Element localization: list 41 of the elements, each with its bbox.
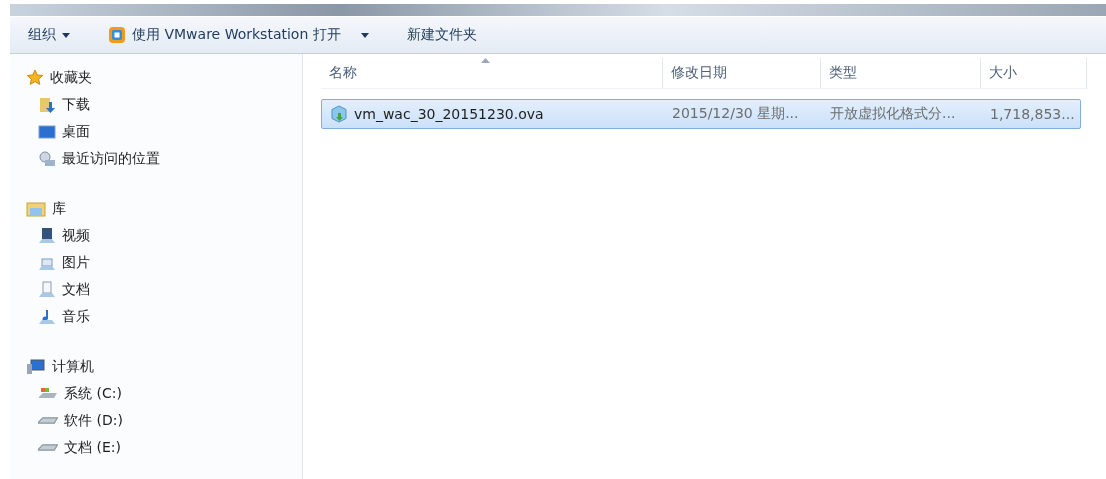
sidebar-item[interactable]: 软件 (D:) [10,407,302,434]
music-icon [38,307,56,326]
sidebar-item[interactable]: 系统 (C:) [10,380,302,407]
file-name: vm_wac_30_20151230.ova [354,106,544,122]
toolbar-button[interactable]: 组织 [18,22,80,48]
recent-icon [38,149,56,168]
sort-arrow-icon [481,58,491,63]
sidebar-item[interactable]: 库 [10,195,302,222]
table-cell-text: 开放虚拟化格式分... [829,104,957,123]
drive-icon [38,444,58,451]
sidebar-item[interactable]: 计算机 [10,353,302,380]
sidebar-item[interactable]: 下载 [10,91,302,118]
library-icon [26,199,46,218]
sidebar-item[interactable]: 收藏夹 [10,64,302,91]
sidebar-item[interactable]: 最近访问的位置 [10,145,302,172]
column-header[interactable]: 大小 [981,58,1087,88]
sidebar-item[interactable]: 图片 [10,249,302,276]
download-icon [38,95,56,114]
table-cell-text: 1,718,853... [989,105,1076,124]
toolbar-button[interactable]: 新建文件夹 [396,22,487,48]
column-header[interactable]: 名称 [321,58,663,88]
caret-icon [360,32,369,38]
desktop-icon [38,122,56,141]
sidebar-item[interactable]: 音乐 [10,303,302,330]
file-row[interactable]: vm_wac_30_20151230.ova 2015/12/30 星期... 开放虚拟化格式分... 1,718,853... [321,99,1081,129]
caret-icon [62,32,70,38]
sidebar-item[interactable]: 视频 [10,222,302,249]
drive-icon [38,417,58,424]
computer-icon [26,357,46,376]
video-icon [38,226,56,245]
toolbar-button[interactable]: 使用 VMware Workstation 打开 [98,22,379,48]
table-cell-text: 2015/12/30 星期... [671,104,800,123]
sidebar-item[interactable]: 桌面 [10,118,302,145]
document-icon [38,280,56,299]
star-icon [26,68,44,87]
file-package-icon [330,105,348,123]
column-header[interactable]: 修改日期 [663,58,821,88]
column-header[interactable]: 类型 [821,58,981,88]
app-icon [108,26,126,44]
sidebar-item[interactable]: 文档 [10,276,302,303]
sidebar-item[interactable]: 文档 (E:) [10,434,302,461]
